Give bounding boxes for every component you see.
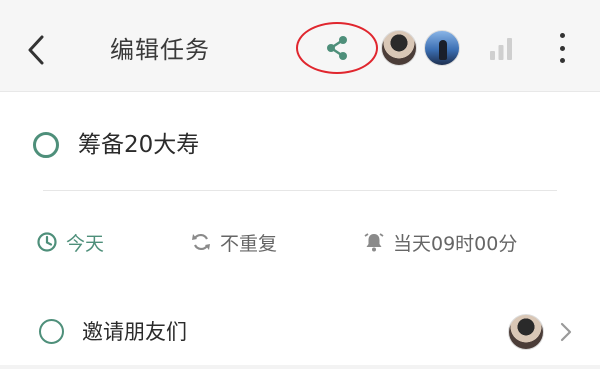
- reminder-label: 当天09时00分: [393, 232, 518, 255]
- more-vertical-icon: [559, 58, 565, 63]
- bar-chart-icon[interactable]: [488, 34, 514, 62]
- chevron-right-icon: [560, 322, 572, 342]
- top-bar: 编辑任务: [0, 0, 600, 92]
- more-options-button[interactable]: [550, 33, 574, 63]
- repeat-icon: [192, 233, 210, 251]
- divider: [0, 365, 600, 369]
- bell-icon: [364, 233, 384, 252]
- task-title[interactable]: 筹备20大寿: [78, 128, 199, 162]
- invite-friends-row[interactable]: 邀请朋友们: [0, 305, 600, 359]
- share-button[interactable]: [296, 22, 378, 74]
- more-vertical-icon: [559, 33, 565, 38]
- repeat-button[interactable]: 不重复: [190, 222, 277, 262]
- more-vertical-icon: [559, 45, 565, 51]
- task-item[interactable]: 筹备20大寿: [0, 116, 600, 174]
- clock-icon: [37, 232, 57, 252]
- divider: [43, 190, 557, 191]
- back-button[interactable]: [18, 28, 54, 72]
- due-date-label: 今天: [66, 232, 105, 255]
- page-title: 编辑任务: [110, 36, 210, 64]
- avatar[interactable]: [424, 30, 460, 66]
- reminder-button[interactable]: 当天09时00分: [363, 222, 517, 262]
- task-meta: 今天 不重复 当天09时00分: [0, 222, 600, 262]
- invite-circle-icon: [39, 319, 64, 344]
- avatar[interactable]: [381, 30, 417, 66]
- complete-checkbox[interactable]: [33, 132, 59, 158]
- share-icon: [327, 36, 347, 60]
- due-date-button[interactable]: 今天: [36, 222, 104, 262]
- repeat-label: 不重复: [220, 232, 278, 255]
- invite-label: 邀请朋友们: [82, 320, 187, 344]
- chevron-left-icon: [28, 35, 44, 65]
- avatar: [508, 314, 544, 350]
